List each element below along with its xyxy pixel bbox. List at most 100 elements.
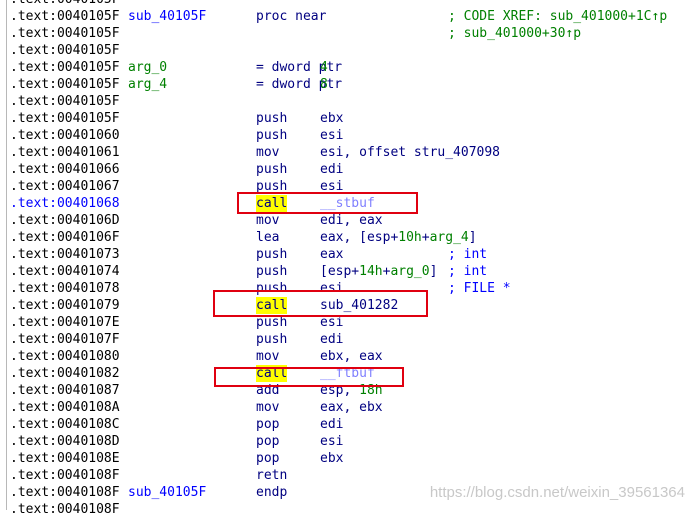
operand-part: 10h <box>398 230 422 245</box>
annotation-box-sub-401282 <box>213 290 428 317</box>
address: .text:00401061 <box>10 145 120 160</box>
address: .text:0040107E <box>10 315 120 330</box>
mnemonic: pop <box>256 451 280 466</box>
operands: 4 <box>320 59 328 76</box>
mnemonic: pop <box>256 434 280 449</box>
operands: 8 <box>320 76 328 93</box>
address: .text:0040105F <box>10 77 120 92</box>
label[interactable]: arg_0 <box>128 59 167 76</box>
operands: edi <box>320 331 343 348</box>
comment: ; sub_401000+30↑p <box>448 25 581 42</box>
operand-part: edi, eax <box>320 213 383 228</box>
mnemonic: lea <box>256 230 280 245</box>
address: .text:00401060 <box>10 128 120 143</box>
mnemonic: push <box>256 111 288 126</box>
address: .text:0040108E <box>10 451 120 466</box>
mnemonic: endp <box>256 485 288 500</box>
address: .text:0040105F <box>10 94 120 109</box>
operands: ebx <box>320 110 343 127</box>
operands: edi <box>320 416 343 433</box>
address: .text:0040105F <box>10 0 120 8</box>
annotation-box-stbuf <box>237 192 418 214</box>
annotation-box-ftbuf <box>214 367 404 387</box>
mnemonic: mov <box>256 400 280 415</box>
address: .text:00401079 <box>10 298 120 313</box>
operand-part: ebx, eax <box>320 349 383 364</box>
address: .text:0040105F <box>10 26 120 41</box>
address: .text:00401087 <box>10 383 120 398</box>
address: .text:00401068 <box>10 196 120 211</box>
address: .text:0040105F <box>10 9 120 24</box>
operands: edi, eax <box>320 212 383 229</box>
operand-part: eax <box>320 247 344 262</box>
address: .text:00401082 <box>10 366 120 381</box>
operand-part: + <box>421 230 430 245</box>
address: .text:0040105F <box>10 43 120 58</box>
mnemonic: = dword ptr <box>256 60 343 75</box>
label[interactable]: arg_4 <box>128 76 167 93</box>
operand-part: [esp+ <box>320 264 360 279</box>
operands: [esp+14h+arg_0] <box>320 263 437 280</box>
mnemonic: push <box>256 264 288 279</box>
mnemonic: push <box>256 247 288 262</box>
operand-part: esi <box>320 315 344 330</box>
watermark: https://blog.csdn.net/weixin_39561364 <box>429 484 685 501</box>
label[interactable]: sub_40105F <box>128 8 206 25</box>
operands: esi <box>320 433 343 450</box>
operands: eax, ebx <box>320 399 383 416</box>
address: .text:00401078 <box>10 281 120 296</box>
operand-part: edi <box>320 417 344 432</box>
operand-part: eax, [esp+ <box>320 230 399 245</box>
address: .text:0040108A <box>10 400 120 415</box>
mnemonic: pop <box>256 417 280 432</box>
operands: esi <box>320 127 343 144</box>
mnemonic: push <box>256 128 288 143</box>
operand-part: 14h <box>359 264 383 279</box>
operand-part: esi <box>320 434 344 449</box>
address: .text:0040108F <box>10 485 120 500</box>
operands: eax <box>320 246 343 263</box>
comment-part: ; sub_401000+30↑p <box>448 26 582 41</box>
address: .text:0040108D <box>10 434 120 449</box>
operands: esi, offset stru_407098 <box>320 144 500 161</box>
operand-part: esi <box>320 128 344 143</box>
comment: ; int <box>448 263 487 280</box>
address: .text:0040106F <box>10 230 120 245</box>
comment-part: ; CODE XREF: sub_401000+1C↑p <box>448 9 668 24</box>
comment-part: ; int <box>448 264 488 279</box>
address: .text:0040106D <box>10 213 120 228</box>
operand-part: esi, offset stru_407098 <box>320 145 501 160</box>
mnemonic: = dword ptr <box>256 77 343 92</box>
disassembly-view[interactable]: .text:0040105F.text:0040105Fsub_40105Fpr… <box>0 0 693 517</box>
mnemonic: mov <box>256 145 280 160</box>
mnemonic: mov <box>256 213 280 228</box>
comment: ; CODE XREF: sub_401000+1C↑p <box>448 8 667 25</box>
operands: eax, [esp+10h+arg_4] <box>320 229 477 246</box>
operand-part: eax, ebx <box>320 400 383 415</box>
address: .text:00401080 <box>10 349 120 364</box>
mnemonic: mov <box>256 349 280 364</box>
address: .text:0040108C <box>10 417 120 432</box>
comment-part: ; FILE * <box>448 281 511 296</box>
address: .text:0040105F <box>10 111 120 126</box>
mnemonic: push <box>256 162 288 177</box>
operand-part: arg_4 <box>429 230 469 245</box>
operands: ebx, eax <box>320 348 383 365</box>
operands: edi <box>320 161 343 178</box>
left-border <box>6 0 7 510</box>
mnemonic: push <box>256 332 288 347</box>
operand-part: edi <box>320 162 344 177</box>
mnemonic: proc near <box>256 9 327 24</box>
address: .text:00401067 <box>10 179 120 194</box>
address: .text:0040107F <box>10 332 120 347</box>
operand-part: 4 <box>320 60 328 75</box>
address: .text:00401074 <box>10 264 120 279</box>
address: .text:0040108F <box>10 468 120 483</box>
operands: ebx <box>320 450 343 467</box>
address: .text:0040105F <box>10 60 120 75</box>
operand-part: arg_0 <box>390 264 430 279</box>
operand-part: edi <box>320 332 344 347</box>
mnemonic: retn <box>256 468 288 483</box>
label[interactable]: sub_40105F <box>128 484 206 501</box>
operand-part: ebx <box>320 451 344 466</box>
